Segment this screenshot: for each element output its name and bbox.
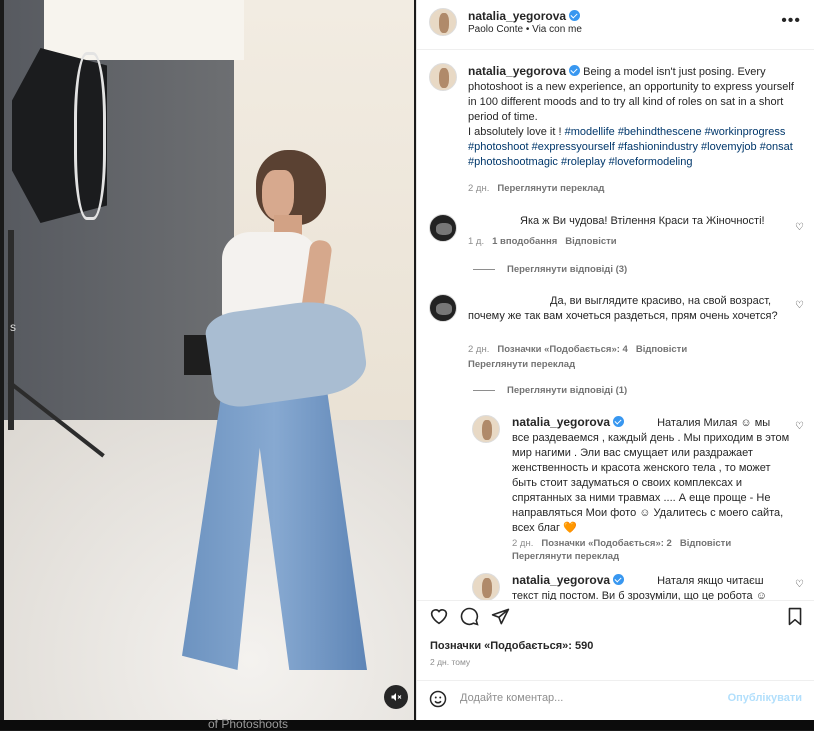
commenter-avatar[interactable] xyxy=(429,214,457,242)
reply-text: natalia_yegorova Наталия Милая ☺ мы все … xyxy=(512,415,790,536)
edge-text: s xyxy=(10,320,16,334)
comment-icon[interactable] xyxy=(460,607,479,626)
hashtag[interactable]: #fashionindustry xyxy=(618,141,698,153)
translation-meta: Переглянути переклад xyxy=(512,551,619,562)
post-video[interactable]: s xyxy=(4,0,414,720)
hashtag[interactable]: #loveformodeling xyxy=(609,156,693,168)
reply-button[interactable]: Відповісти xyxy=(636,344,687,355)
reply-avatar[interactable] xyxy=(472,573,500,600)
post-comment-button[interactable]: Опублікувати xyxy=(728,692,802,704)
like-comment-heart-icon[interactable]: ♡ xyxy=(795,222,804,233)
author-username[interactable]: natalia_yegorova xyxy=(468,9,566,23)
view-replies-button[interactable]: Переглянути відповіді (3) xyxy=(473,264,627,275)
hashtag[interactable]: #onsat xyxy=(760,141,793,153)
caption-meta: 2 дн. Переглянути переклад xyxy=(468,183,604,194)
reply-mention[interactable]: Наталия xyxy=(657,417,700,429)
verified-icon xyxy=(613,416,625,427)
post-header: natalia_yegorova Paolo Conte • Via con m… xyxy=(417,0,814,50)
verified-icon xyxy=(613,574,625,585)
like-comment-heart-icon[interactable]: ♡ xyxy=(795,300,804,311)
reply-username[interactable]: natalia_yegorova xyxy=(512,573,610,587)
hashtag[interactable]: #modellife xyxy=(565,126,615,138)
caption-time: 2 дн. xyxy=(468,183,490,194)
comment-time: 2 дн. xyxy=(468,344,490,355)
reply-mention[interactable]: Наталя якщо читаєш xyxy=(657,575,764,587)
reply-button[interactable]: Відповісти xyxy=(680,538,731,549)
mute-button[interactable] xyxy=(384,685,408,709)
commenter-avatar[interactable] xyxy=(429,294,457,322)
audio-label[interactable]: Paolo Conte • Via con me xyxy=(468,24,582,35)
like-comment-heart-icon[interactable]: ♡ xyxy=(795,421,804,432)
caption-username[interactable]: natalia_yegorova xyxy=(468,64,566,78)
background-caption: of Photoshoots xyxy=(208,717,289,731)
reply-username[interactable]: natalia_yegorova xyxy=(512,415,610,429)
see-translation-link[interactable]: Переглянути переклад xyxy=(468,359,575,370)
comment-likes[interactable]: Позначки «Подобається»: 4 xyxy=(497,344,627,355)
more-options-icon[interactable]: ••• xyxy=(781,12,801,30)
see-translation-link[interactable]: Переглянути переклад xyxy=(497,183,604,194)
emoji-icon[interactable] xyxy=(429,690,447,708)
reply-button[interactable]: Відповісти xyxy=(565,236,616,247)
post-caption: natalia_yegorova Being a model isn't jus… xyxy=(468,64,798,170)
post-sidebar: natalia_yegorova Paolo Conte • Via con m… xyxy=(416,0,814,720)
post-time: 2 дн. тому xyxy=(430,657,471,667)
comment-meta: 2 дн. Позначки «Подобається»: 4 Відповісти xyxy=(468,344,687,355)
comments-scroll-area[interactable]: natalia_yegorova Being a model isn't jus… xyxy=(417,51,814,600)
hashtag[interactable]: #lovemyjob xyxy=(701,141,757,153)
author-avatar[interactable] xyxy=(429,8,457,36)
reply-time: 2 дн. xyxy=(512,538,534,549)
hashtag[interactable]: #photoshootmagic xyxy=(468,156,558,168)
studio-light-glow xyxy=(44,0,244,60)
comment-time: 1 д. xyxy=(468,236,485,247)
reply-meta: 2 дн. Позначки «Подобається»: 2 Відповісти xyxy=(512,538,731,549)
comment-meta: 1 д. 1 вподобання Відповісти xyxy=(468,236,617,247)
reply-avatar[interactable] xyxy=(472,415,500,443)
verified-icon xyxy=(569,10,581,21)
caption-line2: I absolutely love it ! xyxy=(468,126,565,138)
likes-count[interactable]: Позначки «Подобається»: 590 xyxy=(430,640,593,652)
share-icon[interactable] xyxy=(491,607,510,626)
model-face xyxy=(262,170,294,220)
comment-likes[interactable]: 1 вподобання xyxy=(492,236,557,247)
speaker-muted-icon xyxy=(391,693,402,701)
comment-input[interactable] xyxy=(460,692,720,704)
view-replies-button[interactable]: Переглянути відповіді (1) xyxy=(473,385,627,396)
hashtag[interactable]: #behindthescene xyxy=(618,126,702,138)
reply-likes[interactable]: Позначки «Подобається»: 2 xyxy=(541,538,671,549)
hashtag[interactable]: #expressyourself xyxy=(532,141,615,153)
reply-body: Милая ☺ мы все раздеваемся , каждый день… xyxy=(512,417,790,534)
reply-body: текст під постом. Ви б зрозуміли, що це … xyxy=(512,590,767,600)
caption-avatar[interactable] xyxy=(429,63,457,91)
backdrop-strip xyxy=(0,720,814,730)
translation-meta: Переглянути переклад xyxy=(468,359,575,370)
instagram-post-frame: s of Photoshoots natalia_yegorova Paolo … xyxy=(0,0,814,731)
verified-icon xyxy=(569,65,581,76)
author-name-row: natalia_yegorova xyxy=(468,7,581,25)
comment-text: Да, ви выглядите красиво, на свой возрас… xyxy=(468,295,778,322)
hashtag[interactable]: #roleplay xyxy=(561,156,606,168)
heart-icon[interactable] xyxy=(429,607,449,625)
softbox-rim xyxy=(74,52,106,220)
like-comment-heart-icon[interactable]: ♡ xyxy=(795,579,804,590)
see-translation-link[interactable]: Переглянути переклад xyxy=(512,551,619,562)
bookmark-icon[interactable] xyxy=(787,607,803,626)
comment-text: Яка ж Ви чудова! Втілення Краси та Жіноч… xyxy=(520,215,765,227)
hashtag[interactable]: #workinprogress xyxy=(705,126,786,138)
reply-text: natalia_yegorova Наталя якщо читаєш текс… xyxy=(512,573,790,600)
hashtag[interactable]: #photoshoot xyxy=(468,141,529,153)
